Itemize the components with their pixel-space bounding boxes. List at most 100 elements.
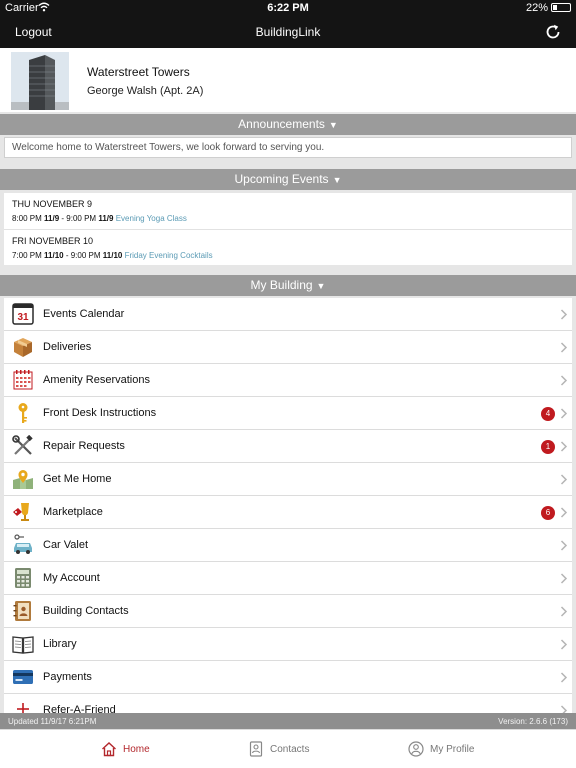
- caret-down-icon: ▼: [316, 281, 326, 291]
- chevron-right-icon: [560, 705, 568, 713]
- nav-bar: Logout BuildingLink: [0, 16, 576, 48]
- menu-item-front-desk-instructions[interactable]: Front Desk Instructions 4: [4, 397, 572, 430]
- logout-button[interactable]: Logout: [15, 25, 52, 39]
- credit-card-icon: [13, 670, 33, 684]
- refresh-icon[interactable]: [544, 23, 562, 41]
- chevron-right-icon: [560, 408, 568, 419]
- menu-item-label: Amenity Reservations: [43, 374, 150, 386]
- menu-item-label: Refer-A-Friend: [43, 704, 116, 713]
- chevron-right-icon: [560, 309, 568, 320]
- event-item[interactable]: FRI NOVEMBER 10 7:00 PM 11/10 - 9:00 PM …: [4, 229, 572, 265]
- key-icon: [18, 403, 28, 423]
- address-book-icon: [13, 601, 31, 621]
- chevron-right-icon: [560, 342, 568, 353]
- my-building-header[interactable]: My Building ▼: [0, 275, 576, 296]
- menu-item-label: Marketplace: [43, 506, 103, 518]
- marketplace-icon: [13, 503, 29, 521]
- menu-item-refer-a-friend[interactable]: Refer-A-Friend: [4, 694, 572, 713]
- menu-item-get-me-home[interactable]: Get Me Home: [4, 463, 572, 496]
- menu-item-events-calendar[interactable]: 31 Events Calendar: [4, 298, 572, 331]
- menu-item-label: Deliveries: [43, 341, 92, 353]
- app-title: BuildingLink: [255, 25, 321, 39]
- my-building-menu: 31 Events Calendar Deliveries Amenity Re…: [4, 298, 572, 713]
- menu-item-label: Get Me Home: [43, 473, 112, 485]
- menu-item-car-valet[interactable]: Car Valet: [4, 529, 572, 562]
- menu-item-marketplace[interactable]: Marketplace 6: [4, 496, 572, 529]
- resident-info: George Walsh (Apt. 2A): [87, 85, 204, 97]
- tab-bar: Home Contacts My Profile: [0, 729, 576, 768]
- event-item[interactable]: THU NOVEMBER 9 8:00 PM 11/9 - 9:00 PM 11…: [4, 193, 572, 229]
- menu-item-label: Payments: [43, 671, 92, 683]
- upcoming-events-header[interactable]: Upcoming Events ▼: [0, 169, 576, 190]
- chevron-right-icon: [560, 573, 568, 584]
- menu-item-building-contacts[interactable]: Building Contacts: [4, 595, 572, 628]
- tab-my-profile[interactable]: My Profile: [408, 730, 568, 768]
- chevron-right-icon: [560, 507, 568, 518]
- profile-icon: [408, 741, 424, 757]
- reservation-calendar-icon: [13, 370, 33, 390]
- event-time: 8:00 PM 11/9 - 9:00 PM 11/9 Evening Yoga…: [12, 214, 187, 223]
- footer-info-bar: Updated 11/9/17 6:21PM Version: 2.6.6 (1…: [0, 713, 576, 729]
- building-name: Waterstreet Towers: [87, 65, 190, 79]
- refer-friend-icon: [17, 703, 29, 713]
- menu-item-label: Car Valet: [43, 539, 89, 551]
- tab-label: Home: [123, 744, 150, 755]
- event-name[interactable]: Evening Yoga Class: [116, 214, 187, 223]
- upcoming-events-title: Upcoming Events: [234, 172, 329, 186]
- package-icon: [14, 338, 32, 357]
- app-version: Version: 2.6.6 (173): [498, 717, 568, 726]
- chevron-right-icon: [560, 540, 568, 551]
- map-pin-icon: [13, 470, 33, 489]
- chevron-right-icon: [560, 474, 568, 485]
- tab-contacts[interactable]: Contacts: [248, 730, 408, 768]
- contacts-icon: [249, 741, 263, 757]
- event-name[interactable]: Friday Evening Cocktails: [125, 251, 213, 260]
- notification-badge: 1: [541, 440, 555, 454]
- book-icon: [12, 636, 34, 654]
- menu-item-library[interactable]: Library: [4, 628, 572, 661]
- chevron-right-icon: [560, 441, 568, 452]
- menu-item-label: Library: [43, 638, 77, 650]
- announcement-message: Welcome home to Waterstreet Towers, we l…: [4, 137, 572, 158]
- my-building-title: My Building: [250, 278, 313, 292]
- menu-item-label: Building Contacts: [43, 605, 129, 617]
- notification-badge: 6: [541, 506, 555, 520]
- clock: 6:22 PM: [267, 2, 309, 14]
- calendar-icon: 31: [12, 303, 34, 325]
- chevron-right-icon: [560, 639, 568, 650]
- chevron-right-icon: [560, 606, 568, 617]
- calculator-icon: [15, 568, 31, 588]
- caret-down-icon: ▼: [328, 120, 338, 130]
- building-photo: [11, 52, 69, 110]
- menu-item-label: My Account: [43, 572, 100, 584]
- battery-percent: 22%: [525, 2, 548, 14]
- home-icon: [102, 742, 116, 757]
- tab-home[interactable]: Home: [101, 730, 261, 768]
- tab-label: Contacts: [270, 744, 310, 755]
- svg-text:31: 31: [17, 312, 29, 323]
- building-header: Waterstreet Towers George Walsh (Apt. 2A…: [0, 48, 576, 112]
- menu-item-my-account[interactable]: My Account: [4, 562, 572, 595]
- announcements-header[interactable]: Announcements ▼: [0, 114, 576, 135]
- menu-item-payments[interactable]: Payments: [4, 661, 572, 694]
- tab-label: My Profile: [430, 744, 475, 755]
- menu-item-label: Events Calendar: [43, 308, 125, 320]
- tools-icon: [12, 435, 33, 455]
- announcements-title: Announcements: [238, 117, 325, 131]
- menu-item-label: Front Desk Instructions: [43, 407, 157, 419]
- last-updated: Updated 11/9/17 6:21PM: [8, 717, 97, 726]
- battery-icon: [551, 3, 571, 12]
- status-bar: Carrier 6:22 PM 22%: [0, 0, 576, 16]
- events-list: THU NOVEMBER 9 8:00 PM 11/9 - 9:00 PM 11…: [4, 193, 572, 265]
- event-day: FRI NOVEMBER 10: [12, 236, 94, 246]
- menu-item-repair-requests[interactable]: Repair Requests 1: [4, 430, 572, 463]
- event-time: 7:00 PM 11/10 - 9:00 PM 11/10 Friday Eve…: [12, 251, 213, 260]
- chevron-right-icon: [560, 672, 568, 683]
- event-day: THU NOVEMBER 9: [12, 199, 93, 209]
- car-icon: [14, 534, 32, 554]
- menu-item-deliveries[interactable]: Deliveries: [4, 331, 572, 364]
- chevron-right-icon: [560, 375, 568, 386]
- caret-down-icon: ▼: [332, 175, 342, 185]
- notification-badge: 4: [541, 407, 555, 421]
- menu-item-amenity-reservations[interactable]: Amenity Reservations: [4, 364, 572, 397]
